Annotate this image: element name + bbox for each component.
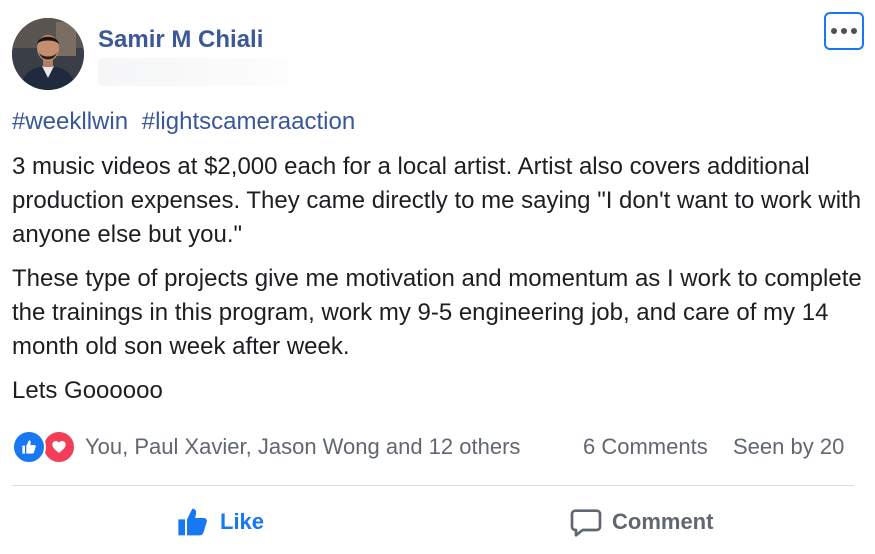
post-timestamp-blurred xyxy=(98,58,313,86)
post-paragraph: These type of projects give me motivatio… xyxy=(12,265,862,360)
post-paragraph: 3 music videos at $2,000 each for a loca… xyxy=(12,153,862,248)
post-body: 3 music videos at $2,000 each for a loca… xyxy=(12,150,862,418)
post-paragraph: Lets Goooooo xyxy=(12,377,163,404)
hashtags: #weekllwin #lightscameraaction xyxy=(12,108,362,136)
more-horizontal-icon xyxy=(831,28,837,34)
seen-by-count[interactable]: Seen by 20 xyxy=(733,434,844,460)
reaction-icons[interactable] xyxy=(12,430,78,464)
post-card: Samir M Chiali #weekllwin #lightscameraa… xyxy=(0,0,875,554)
comment-label: Comment xyxy=(612,509,714,534)
more-horizontal-icon-dot xyxy=(851,28,857,34)
comment-bubble-icon xyxy=(570,509,602,537)
reactions-bar: You, Paul Xavier, Jason Wong and 12 othe… xyxy=(12,430,862,464)
hashtag-link[interactable]: #lightscameraaction xyxy=(142,108,355,135)
hashtag-link[interactable]: #weekllwin xyxy=(12,108,128,135)
like-reaction-icon xyxy=(12,430,46,464)
more-horizontal-icon-dot xyxy=(841,28,847,34)
reaction-names[interactable]: You, Paul Xavier, Jason Wong and 12 othe… xyxy=(85,434,520,460)
like-label: Like xyxy=(220,509,265,534)
avatar[interactable] xyxy=(12,18,84,90)
divider xyxy=(12,485,854,486)
comment-count[interactable]: 6 Comments xyxy=(583,434,708,460)
comment-button[interactable]: Comment xyxy=(570,500,713,544)
more-options-button[interactable] xyxy=(824,12,864,50)
avatar-photo xyxy=(12,18,84,90)
thumbs-up-icon xyxy=(178,508,207,536)
author-name[interactable]: Samir M Chiali xyxy=(98,26,263,54)
love-reaction-icon xyxy=(42,430,76,464)
like-button[interactable]: Like xyxy=(176,500,264,544)
